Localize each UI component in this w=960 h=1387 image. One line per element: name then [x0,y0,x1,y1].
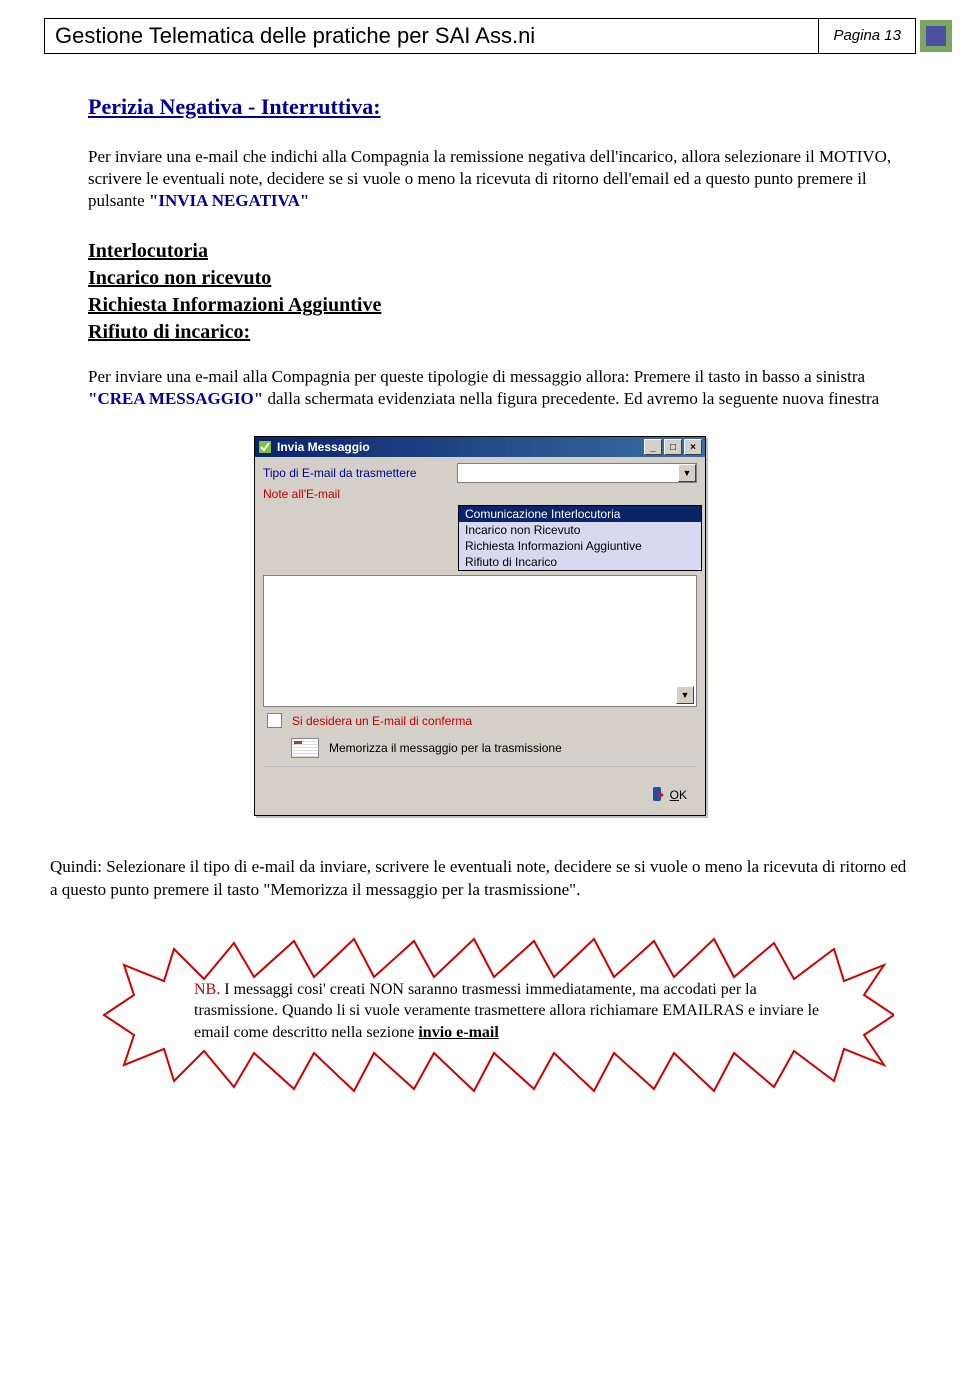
sub-heading-richiesta: Richiesta Informazioni Aggiuntive [88,292,916,319]
note-link-text: invio e-mail [418,1024,498,1041]
dialog-title: Invia Messaggio [277,440,370,454]
doc-title: Gestione Telematica delle pratiche per S… [45,19,819,53]
dialog-titlebar[interactable]: Invia Messaggio _ □ × [255,437,705,457]
type-label: Tipo di E-mail da trasmettere [263,466,417,480]
invia-messaggio-dialog: Invia Messaggio _ □ × Tipo di E-mail da … [254,436,706,816]
document-list-icon [291,738,319,758]
paragraph-2: Per inviare una e-mail alla Compagnia pe… [88,366,910,410]
memorize-label: Memorizza il messaggio per la trasmissio… [329,741,562,755]
page-header: Gestione Telematica delle pratiche per S… [44,18,916,54]
notes-textarea[interactable]: ▼ [263,575,697,707]
close-button[interactable]: × [684,439,702,455]
page-number: Pagina 13 [819,19,915,53]
maximize-button[interactable]: □ [664,439,682,455]
note-text-a: I messaggi cosi' creati NON saranno tras… [194,981,819,1041]
sub-heading-list: Interlocutoria Incarico non ricevuto Ric… [88,238,916,346]
memorize-button[interactable]: Memorizza il messaggio per la trasmissio… [291,738,697,758]
section-heading: Perizia Negativa - Interruttiva: [88,94,916,120]
exit-door-icon [650,787,664,803]
option-interlocutoria[interactable]: Comunicazione Interlocutoria [459,506,701,522]
confirm-checkbox[interactable] [267,713,282,728]
dropdown-arrow-icon[interactable]: ▼ [678,464,696,482]
scroll-down-icon[interactable]: ▼ [676,686,694,704]
notes-label: Note all'E-mail [263,487,340,501]
confirm-label: Si desidera un E-mail di conferma [292,714,472,728]
email-type-combobox[interactable]: ▼ [457,463,697,483]
paragraph-1: Per inviare una e-mail che indichi alla … [88,146,910,212]
paragraph-2-text-a: Per inviare una e-mail alla Compagnia pe… [88,367,865,386]
sub-heading-incarico: Incarico non ricevuto [88,265,916,292]
minimize-button[interactable]: _ [644,439,662,455]
paragraph-2-text-c: dalla schermata evidenziata nella figura… [263,389,879,408]
option-rifiuto[interactable]: Rifiuto di Incarico [459,554,701,570]
dialog-app-icon [258,440,272,454]
nb-label: NB. [194,981,220,998]
sub-heading-interlocutoria: Interlocutoria [88,238,916,265]
email-type-dropdown-list[interactable]: Comunicazione Interlocutoria Incarico no… [458,505,702,571]
option-richiesta[interactable]: Richiesta Informazioni Aggiuntive [459,538,701,554]
note-callout: NB. I messaggi cosi' creati NON saranno … [134,971,874,1052]
paragraph-footer: Quindi: Selezionare il tipo di e-mail da… [50,856,910,900]
sub-heading-rifiuto: Rifiuto di incarico: [88,319,916,346]
option-incarico[interactable]: Incarico non Ricevuto [459,522,701,538]
ok-button[interactable]: OK [670,788,687,802]
invia-negativa-label: "INVIA NEGATIVA" [149,191,309,210]
logo-square-icon [919,19,953,53]
crea-messaggio-label: "CREA MESSAGGIO" [88,389,263,408]
